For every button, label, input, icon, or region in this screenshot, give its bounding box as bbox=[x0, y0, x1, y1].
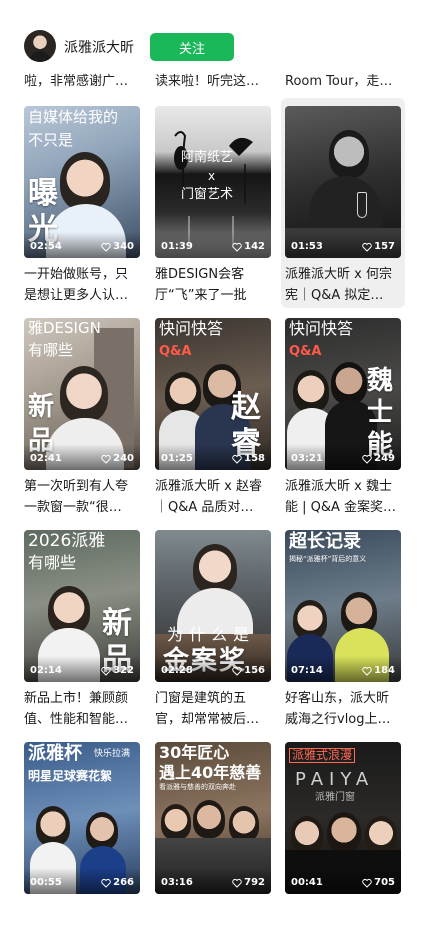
like-count: 792 bbox=[232, 877, 265, 888]
video-duration: 01:25 bbox=[161, 453, 193, 464]
video-thumbnail[interactable]: 阿南纸艺 x 门窗艺术 01:39 142 bbox=[155, 106, 271, 258]
like-count: 240 bbox=[101, 453, 134, 464]
video-thumbnail[interactable]: 雅DESIGN 有哪些 新 品 02:41 240 bbox=[24, 318, 140, 470]
video-card[interactable]: 雅DESIGN 有哪些 新 品 02:41 240 第一次听到有人夸一款窗一款“… bbox=[20, 310, 144, 520]
video-card[interactable]: 2026派雅 有哪些 新 品 02:14 322 新品上市！兼顾颜值、性能和智能… bbox=[20, 522, 144, 732]
video-thumbnail[interactable]: 超长记录 揭秘“派雅杯”背后的意义 07:14 184 bbox=[285, 530, 401, 682]
video-thumbnail[interactable]: 30年匠心 遇上40年慈善 看派雅与慈善的双向奔赴 03:16 792 bbox=[155, 742, 271, 894]
video-caption[interactable]: 读来啦！听完这… bbox=[155, 70, 271, 89]
video-duration: 03:16 bbox=[161, 877, 193, 888]
author-header: 派雅派大昕 关注 bbox=[0, 28, 440, 66]
video-caption[interactable]: 新品上市！兼顾颜值、性能和智能… bbox=[24, 688, 140, 730]
video-caption[interactable]: 雅DESIGN会客厅“飞”来了一批小… bbox=[155, 264, 271, 306]
video-card[interactable]: 派雅式浪漫 PAIYA 派雅门窗 00:41 705 bbox=[281, 734, 405, 944]
heart-icon bbox=[232, 666, 242, 676]
like-count: 157 bbox=[362, 241, 395, 252]
video-card[interactable]: 派雅杯 快乐拉满 明星足球赛花絮 00:55 266 bbox=[20, 734, 144, 944]
heart-icon bbox=[232, 878, 242, 888]
video-duration: 07:14 bbox=[291, 665, 323, 676]
video-caption[interactable]: 一开始做账号，只是想让更多人认… bbox=[24, 264, 140, 306]
like-count: 249 bbox=[362, 453, 395, 464]
video-duration: 02:54 bbox=[30, 241, 62, 252]
like-count: 142 bbox=[232, 241, 265, 252]
video-thumbnail[interactable]: 自媒体给我的 不只是 曝 光 02:54 340 bbox=[24, 106, 140, 258]
video-caption[interactable]: 派雅派大昕 x 魏士能 | Q&A 金案奖… bbox=[285, 476, 401, 518]
video-card[interactable]: 自媒体给我的 不只是 曝 光 02:54 340 一开始做账号，只是想让更多人认… bbox=[20, 98, 144, 308]
video-duration: 02:28 bbox=[161, 665, 193, 676]
video-caption[interactable]: 好客山东，派大昕威海之行vlog上… bbox=[285, 688, 401, 730]
heart-icon bbox=[362, 242, 372, 252]
video-thumbnail[interactable]: 01:53 157 bbox=[285, 106, 401, 258]
video-duration: 01:53 bbox=[291, 241, 323, 252]
video-caption[interactable]: Room Tour，走… bbox=[285, 70, 401, 89]
like-count: 340 bbox=[101, 241, 134, 252]
video-duration: 03:21 bbox=[291, 453, 323, 464]
like-count: 266 bbox=[101, 877, 134, 888]
heart-icon bbox=[232, 454, 242, 464]
heart-icon bbox=[362, 666, 372, 676]
video-card[interactable]: 超长记录 揭秘“派雅杯”背后的意义 07:14 184 好客山东，派大昕威海之行… bbox=[281, 522, 405, 732]
video-caption[interactable]: 门窗是建筑的五官，却常常被后… bbox=[155, 688, 271, 730]
like-count: 322 bbox=[101, 665, 134, 676]
video-card[interactable]: 快问快答 Q&A 魏 士 能 03:21 249 派雅派大昕 x 魏士能 | Q… bbox=[281, 310, 405, 520]
author-name[interactable]: 派雅派大昕 bbox=[64, 37, 134, 57]
video-caption[interactable]: 第一次听到有人夸一款窗一款“很… bbox=[24, 476, 140, 518]
video-card[interactable]: 阿南纸艺 x 门窗艺术 01:39 142 雅DESIGN会客厅“飞”来了一批小… bbox=[151, 98, 275, 308]
heart-icon bbox=[101, 666, 111, 676]
video-caption[interactable]: 啦，非常感谢广… bbox=[24, 70, 140, 89]
heart-icon bbox=[362, 878, 372, 888]
heart-icon bbox=[101, 454, 111, 464]
video-thumbnail[interactable]: 派雅杯 快乐拉满 明星足球赛花絮 00:55 266 bbox=[24, 742, 140, 894]
video-caption[interactable]: 派雅派大昕 x 赵睿｜Q&A 品质对… bbox=[155, 476, 271, 518]
video-thumbnail[interactable]: 快问快答 Q&A 赵 睿 01:25 158 bbox=[155, 318, 271, 470]
video-duration: 02:14 bbox=[30, 665, 62, 676]
heart-icon bbox=[362, 454, 372, 464]
follow-button[interactable]: 关注 bbox=[150, 33, 234, 61]
heart-icon bbox=[101, 878, 111, 888]
avatar[interactable] bbox=[24, 30, 56, 62]
previous-row-captions: 啦，非常感谢广… 读来啦！听完这… Room Tour，走… bbox=[0, 70, 440, 90]
video-duration: 00:55 bbox=[30, 877, 62, 888]
like-count: 158 bbox=[232, 453, 265, 464]
heart-icon bbox=[101, 242, 111, 252]
video-card[interactable]: 为什么是 金案奖 02:28 156 门窗是建筑的五官，却常常被后… bbox=[151, 522, 275, 732]
video-thumbnail[interactable]: 派雅式浪漫 PAIYA 派雅门窗 00:41 705 bbox=[285, 742, 401, 894]
video-duration: 02:41 bbox=[30, 453, 62, 464]
video-card[interactable]: 30年匠心 遇上40年慈善 看派雅与慈善的双向奔赴 03:16 792 bbox=[151, 734, 275, 944]
video-duration: 01:39 bbox=[161, 241, 193, 252]
video-thumbnail[interactable]: 2026派雅 有哪些 新 品 02:14 322 bbox=[24, 530, 140, 682]
video-caption[interactable]: 派雅派大昕 x 何宗宪｜Q&A 拟定… bbox=[285, 264, 401, 306]
like-count: 184 bbox=[362, 665, 395, 676]
heart-icon bbox=[232, 242, 242, 252]
video-card-selected[interactable]: 01:53 157 派雅派大昕 x 何宗宪｜Q&A 拟定… bbox=[281, 98, 405, 308]
video-card[interactable]: 快问快答 Q&A 赵 睿 01:25 158 派雅派大昕 x 赵睿｜Q&A 品质… bbox=[151, 310, 275, 520]
like-count: 156 bbox=[232, 665, 265, 676]
video-thumbnail[interactable]: 为什么是 金案奖 02:28 156 bbox=[155, 530, 271, 682]
video-duration: 00:41 bbox=[291, 877, 323, 888]
video-thumbnail[interactable]: 快问快答 Q&A 魏 士 能 03:21 249 bbox=[285, 318, 401, 470]
like-count: 705 bbox=[362, 877, 395, 888]
